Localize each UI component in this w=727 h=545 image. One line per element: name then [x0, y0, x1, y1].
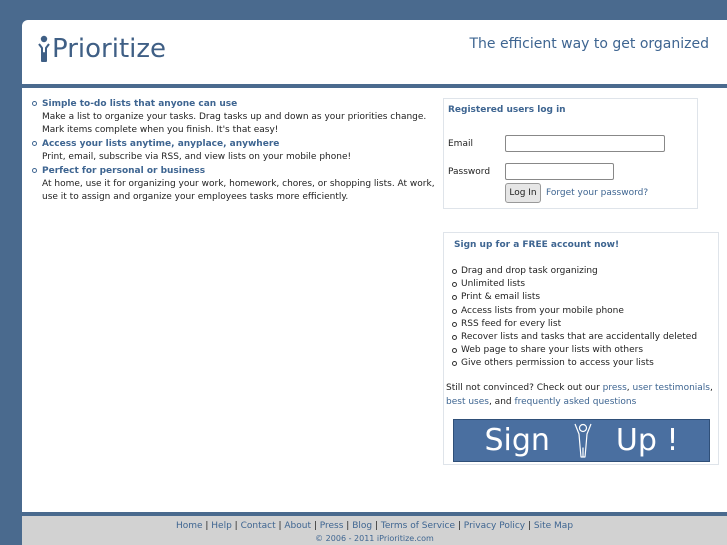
benefit-text: Web page to share your lists with others [461, 345, 644, 356]
benefit-text: RSS feed for every list [461, 318, 562, 329]
benefit-item: Drag and drop task organizing [450, 265, 697, 278]
feature-item: Perfect for personal or business At home… [30, 165, 435, 204]
bullet-icon [452, 295, 457, 301]
copyright: © 2006 - 2011 iPrioritize.com [315, 534, 434, 543]
separator: | [455, 521, 464, 531]
convince-text: Still not convinced? Check out our press… [446, 382, 716, 409]
login-title: Registered users log in [448, 105, 566, 115]
password-field[interactable] [505, 163, 614, 180]
benefit-item: Unlimited lists [450, 278, 697, 291]
bullet-icon [32, 168, 37, 173]
footer-link-terms[interactable]: Terms of Service [381, 521, 455, 531]
press-link[interactable]: press [603, 383, 627, 393]
feature-title: Simple to-do lists that anyone can use [42, 99, 238, 109]
feature-description: At home, use it for organizing your work… [42, 179, 435, 202]
person-arms-up-icon [574, 423, 592, 458]
testimonials-link[interactable]: user testimonials [633, 383, 710, 393]
footer-link-sitemap[interactable]: Site Map [534, 521, 573, 531]
convince-prefix: Still not convinced? Check out our [446, 383, 603, 393]
footer-link-privacy[interactable]: Privacy Policy [464, 521, 525, 531]
email-label: Email [448, 139, 473, 149]
login-button[interactable]: Log In [505, 183, 541, 203]
footer-links: Home | Help | Contact | About | Press | … [22, 521, 727, 531]
footer-link-home[interactable]: Home [176, 521, 203, 531]
separator: | [202, 521, 212, 531]
site-header: Prioritize The efficient way to get orga… [22, 20, 727, 84]
bullet-icon [452, 321, 457, 327]
main-content: Simple to-do lists that anyone can use M… [22, 88, 727, 512]
signup-button-word-2: Up ! [615, 423, 679, 458]
benefit-item: RSS feed for every list [450, 318, 697, 331]
footer-link-about[interactable]: About [284, 521, 311, 531]
benefit-item: Print & email lists [450, 291, 697, 304]
bullet-icon [452, 308, 457, 314]
signup-panel: Sign up for a FREE account now! Drag and… [443, 232, 719, 465]
best-uses-link[interactable]: best uses [446, 397, 489, 407]
faq-link[interactable]: frequently asked questions [514, 397, 636, 407]
site-footer: Home | Help | Contact | About | Press | … [22, 516, 727, 545]
bullet-icon [452, 335, 457, 341]
tagline: The efficient way to get organized [469, 36, 709, 52]
forgot-password-link[interactable]: Forget your password? [546, 188, 648, 198]
logo-text: Prioritize [52, 34, 167, 64]
benefit-text: Give others permission to access your li… [461, 358, 654, 369]
separator: | [525, 521, 534, 531]
footer-link-help[interactable]: Help [211, 521, 232, 531]
benefit-text: Access lists from your mobile phone [461, 305, 624, 316]
separator: , [710, 383, 713, 393]
feature-item: Access your lists anytime, anyplace, any… [30, 138, 435, 164]
benefit-item: Give others permission to access your li… [450, 357, 697, 370]
feature-list: Simple to-do lists that anyone can use M… [30, 98, 435, 205]
footer-link-contact[interactable]: Contact [241, 521, 276, 531]
password-label: Password [448, 167, 491, 177]
benefit-text: Drag and drop task organizing [461, 266, 598, 276]
feature-item: Simple to-do lists that anyone can use M… [30, 98, 435, 137]
feature-description: Print, email, subscribe via RSS, and vie… [42, 152, 352, 162]
benefit-item: Web page to share your lists with others [450, 344, 697, 357]
feature-description: Make a list to organize your tasks. Drag… [42, 112, 427, 135]
signup-title: Sign up for a FREE account now! [454, 240, 620, 250]
login-panel: Registered users log in Email Password L… [443, 98, 698, 209]
benefit-text: Recover lists and tasks that are acciden… [461, 332, 698, 343]
separator: | [372, 521, 381, 531]
signup-button[interactable]: Sign Up ! [453, 419, 710, 462]
separator: | [231, 521, 241, 531]
bullet-icon [32, 141, 37, 146]
benefit-text: Print & email lists [461, 292, 541, 303]
footer-link-press[interactable]: Press [320, 521, 344, 531]
email-field[interactable] [505, 135, 665, 152]
bullet-icon [32, 101, 37, 106]
benefit-item: Recover lists and tasks that are acciden… [450, 331, 697, 344]
separator: , and [488, 396, 515, 407]
footer-link-blog[interactable]: Blog [352, 521, 372, 531]
bullet-icon [452, 269, 457, 274]
benefit-list: Drag and drop task organizing Unlimited … [450, 265, 697, 371]
bullet-icon [452, 361, 457, 367]
feature-title: Perfect for personal or business [42, 166, 206, 176]
separator: | [343, 521, 353, 531]
person-logo-icon [38, 35, 50, 62]
benefit-text: Unlimited lists [461, 279, 526, 290]
bullet-icon [452, 282, 457, 288]
bullet-icon [452, 348, 457, 354]
site-logo[interactable]: Prioritize [38, 32, 166, 66]
signup-button-word-1: Sign [484, 423, 550, 458]
feature-title: Access your lists anytime, anyplace, any… [42, 139, 280, 149]
separator: | [310, 521, 320, 531]
benefit-item: Access lists from your mobile phone [450, 305, 697, 318]
